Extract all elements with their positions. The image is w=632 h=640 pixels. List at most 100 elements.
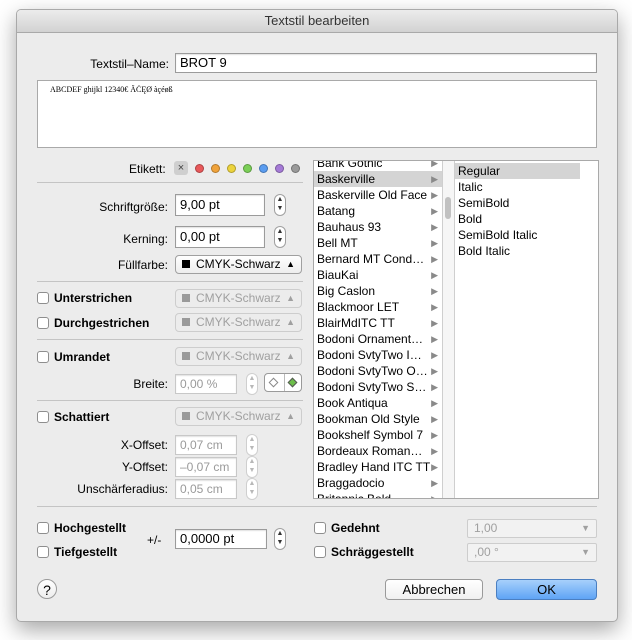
strikethrough-color-swatch — [182, 317, 190, 326]
font-family-name: Bodoni SvtyTwo I… — [317, 348, 422, 362]
kerning-stepper[interactable]: ▲ ▼ — [274, 226, 286, 248]
slanted-checkbox[interactable] — [314, 546, 326, 558]
font-style-list[interactable]: Regular Italic SemiBold Bold SemiBold Italic… — [455, 161, 598, 498]
label-color-yellow[interactable] — [227, 164, 236, 173]
stretched-checkbox[interactable] — [314, 522, 326, 534]
font-family-item[interactable]: Bookshelf Symbol 7 ▶ — [314, 427, 442, 443]
offset-stepper[interactable]: ▲ ▼ — [274, 528, 286, 550]
kerning-label: Kerning: — [123, 232, 168, 246]
font-family-item[interactable]: Bodoni Ornament… ▶ — [314, 331, 442, 347]
popup-arrows-icon: ▲ — [286, 259, 295, 269]
shadow-checkbox[interactable] — [37, 411, 49, 423]
font-family-item[interactable]: Baskerville Old Face ▶ — [314, 187, 442, 203]
chevron-right-icon: ▶ — [431, 206, 438, 216]
shadow-y-offset-stepper[interactable]: ▲ ▼ — [246, 456, 258, 478]
font-family-item[interactable]: Baskerville ▶ — [314, 171, 442, 187]
outline-width-input[interactable]: 0,00 % — [175, 374, 237, 394]
outline-position-toggle[interactable] — [264, 373, 302, 392]
font-family-name: Bodoni Ornament… — [317, 332, 424, 346]
font-family-item[interactable]: Braggadocio ▶ — [314, 475, 442, 491]
font-family-item[interactable]: Bank Gothic ▶ — [314, 161, 442, 171]
font-style-item[interactable]: SemiBold — [455, 195, 580, 211]
font-family-item[interactable]: Bell MT ▶ — [314, 235, 442, 251]
label-color-purple[interactable] — [275, 164, 284, 173]
strikethrough-color-popup[interactable]: CMYK-Schwarz ▲ — [175, 313, 302, 332]
font-family-item[interactable]: Big Caslon ▶ — [314, 283, 442, 299]
shadow-color-popup[interactable]: CMYK-Schwarz ▲ — [175, 407, 302, 426]
font-family-item[interactable]: Bodoni SvtyTwo I… ▶ — [314, 347, 442, 363]
style-name-input[interactable]: BROT 9 — [175, 53, 597, 73]
shadow-x-offset-label: X-Offset: — [120, 438, 168, 452]
font-family-name: Baskerville — [317, 172, 376, 186]
font-family-name: Bernard MT Cond… — [317, 252, 425, 266]
font-style-item[interactable]: Bold Italic — [455, 243, 580, 259]
label-color-orange[interactable] — [211, 164, 220, 173]
offset-input[interactable]: 0,0000 pt — [175, 529, 267, 549]
help-button[interactable]: ? — [37, 579, 57, 599]
shadow-blur-input[interactable]: 0,05 cm — [175, 479, 237, 499]
font-size-input[interactable]: 9,00 pt — [175, 194, 265, 216]
font-size-stepper[interactable]: ▲ ▼ — [274, 194, 286, 216]
strikethrough-checkbox[interactable] — [37, 317, 49, 329]
stretched-combo[interactable]: 1,00 ▼ — [467, 519, 597, 538]
font-family-item[interactable]: Book Antiqua ▶ — [314, 395, 442, 411]
font-family-item[interactable]: Bookman Old Style ▶ — [314, 411, 442, 427]
font-family-item[interactable]: Bradley Hand ITC TT ▶ — [314, 459, 442, 475]
font-family-item[interactable]: Bordeaux Roman… ▶ — [314, 443, 442, 459]
label-color-blue[interactable] — [259, 164, 268, 173]
shadow-x-offset-stepper[interactable]: ▲ ▼ — [246, 434, 258, 456]
outline-width-stepper[interactable]: ▲ ▼ — [246, 373, 258, 395]
font-style-item[interactable]: Bold — [455, 211, 580, 227]
popup-arrows-icon: ▲ — [286, 351, 295, 361]
shadow-x-offset-input[interactable]: 0,07 cm — [175, 435, 237, 455]
font-style-item[interactable]: Italic — [455, 179, 580, 195]
stretched-value: 1,00 — [474, 521, 498, 535]
chevron-right-icon: ▶ — [431, 254, 438, 264]
label-color-red[interactable] — [195, 164, 204, 173]
shadow-y-offset-input[interactable]: –0,07 cm — [175, 457, 237, 477]
font-family-item[interactable]: Bernard MT Cond… ▶ — [314, 251, 442, 267]
separator — [37, 182, 303, 183]
separator — [284, 374, 285, 391]
font-style-item[interactable]: Regular — [455, 163, 580, 179]
font-family-item[interactable]: Bodoni SvtyTwo S… ▶ — [314, 379, 442, 395]
scrollbar-thumb[interactable] — [445, 197, 451, 219]
superscript-checkbox[interactable] — [37, 522, 49, 534]
outline-color-popup[interactable]: CMYK-Schwarz ▲ — [175, 347, 302, 366]
label-color-green[interactable] — [243, 164, 252, 173]
font-family-item[interactable]: BlairMdITC TT ▶ — [314, 315, 442, 331]
clear-label-icon[interactable]: × — [174, 161, 188, 175]
font-family-name: Bauhaus 93 — [317, 220, 382, 234]
label-color-gray[interactable] — [291, 164, 300, 173]
chevron-right-icon: ▶ — [431, 286, 438, 296]
window-title: Textstil bearbeiten — [17, 10, 617, 33]
preview-text: ABCDEF ghijkl 12340€ ÄĊĘØ àçéøß — [50, 85, 173, 94]
font-family-item[interactable]: Blackmoor LET ▶ — [314, 299, 442, 315]
font-browser: Bank Gothic ▶ Baskerville ▶ Baskerville Old … — [313, 160, 599, 499]
shadow-blur-stepper[interactable]: ▲ ▼ — [246, 478, 258, 500]
slanted-combo[interactable]: ,00 ° ▼ — [467, 543, 597, 562]
outline-checkbox[interactable] — [37, 351, 49, 363]
chevron-right-icon: ▶ — [431, 462, 438, 472]
cancel-button[interactable]: Abbrechen — [385, 579, 483, 600]
chevron-right-icon: ▶ — [431, 318, 438, 328]
font-family-list[interactable]: Bank Gothic ▶ Baskerville ▶ Baskerville Old … — [314, 161, 443, 498]
font-style-item[interactable]: SemiBold Italic — [455, 227, 580, 243]
strikethrough-label: Durchgestrichen — [54, 316, 150, 330]
font-family-item[interactable]: BiauKai ▶ — [314, 267, 442, 283]
subscript-checkbox[interactable] — [37, 546, 49, 558]
fill-color-label: Füllfarbe: — [117, 258, 168, 272]
font-family-item[interactable]: Batang ▶ — [314, 203, 442, 219]
font-list-scrollbar[interactable] — [443, 161, 455, 498]
kerning-input[interactable]: 0,00 pt — [175, 226, 265, 248]
label-tag-label: Etikett: — [129, 162, 166, 176]
underline-checkbox[interactable] — [37, 292, 49, 304]
chevron-right-icon: ▶ — [431, 350, 438, 360]
underline-color-popup[interactable]: CMYK-Schwarz ▲ — [175, 289, 302, 308]
fill-color-popup[interactable]: CMYK-Schwarz ▲ — [175, 255, 302, 274]
chevron-right-icon: ▶ — [431, 334, 438, 344]
font-family-item[interactable]: Britannic Bold ▶ — [314, 491, 442, 498]
font-family-item[interactable]: Bodoni SvtyTwo O… ▶ — [314, 363, 442, 379]
font-family-item[interactable]: Bauhaus 93 ▶ — [314, 219, 442, 235]
ok-button[interactable]: OK — [496, 579, 597, 600]
